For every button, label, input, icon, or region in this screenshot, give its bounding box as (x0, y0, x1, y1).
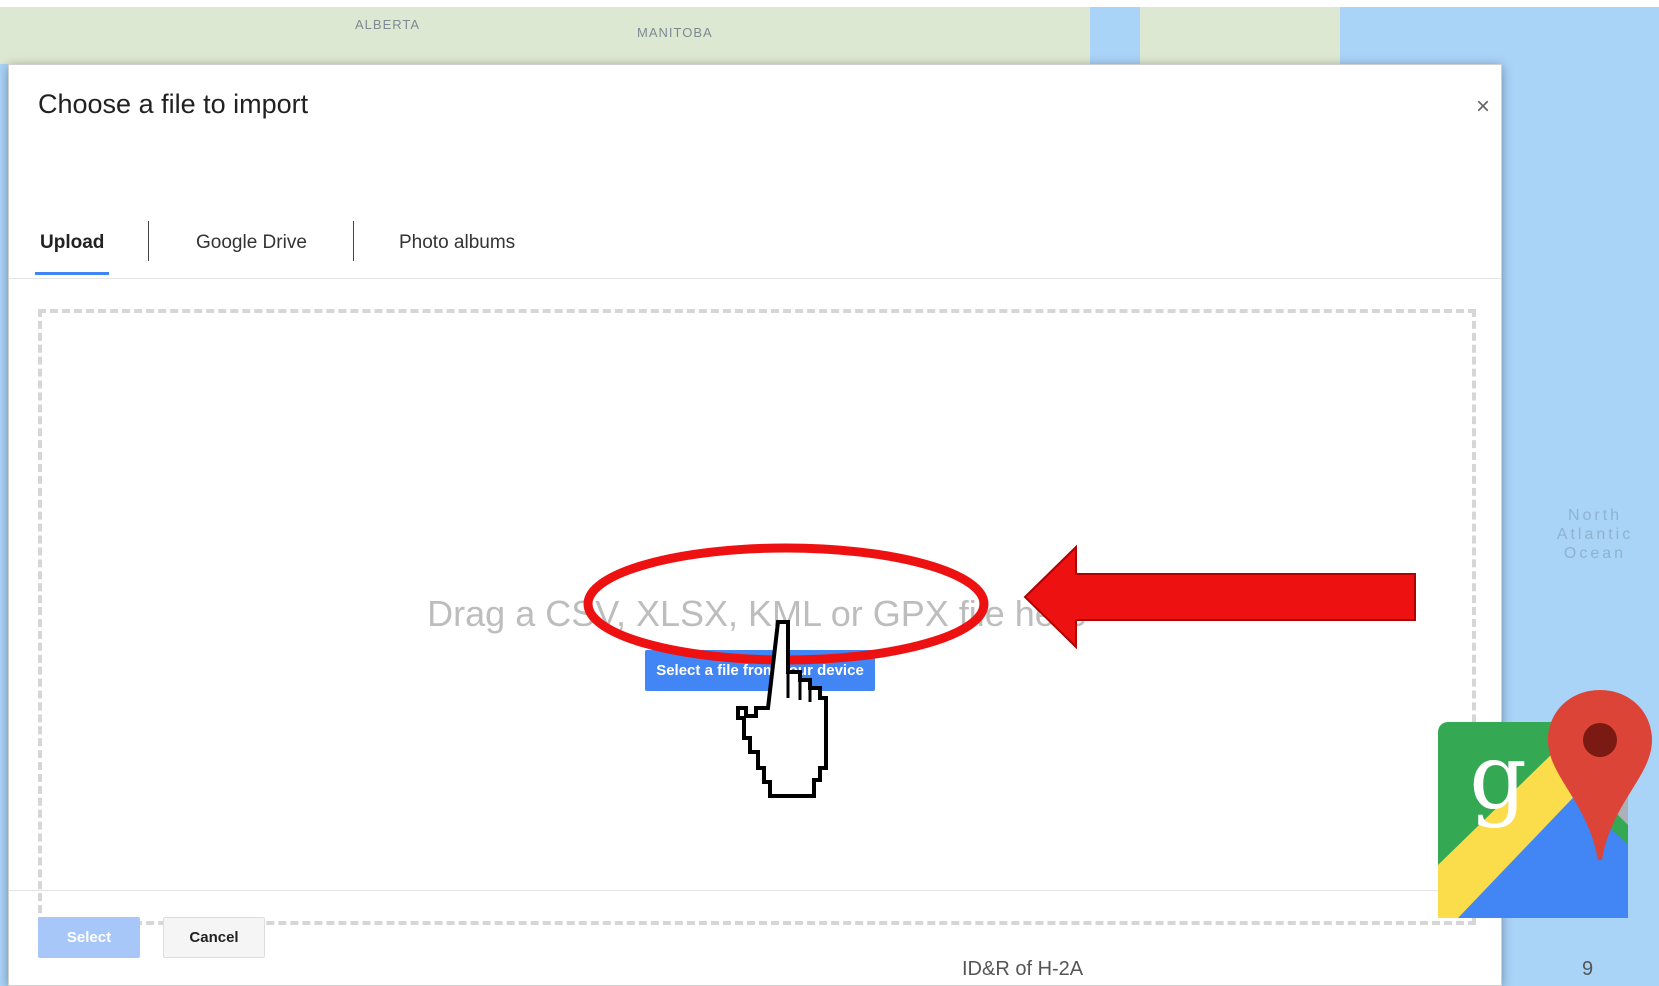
slide-top-strip (0, 0, 1659, 7)
map-label-alberta: ALBERTA (355, 17, 421, 32)
svg-text:g: g (1469, 725, 1527, 830)
google-maps-logo: g (1438, 690, 1652, 918)
footer-divider (9, 890, 1501, 891)
file-drop-zone[interactable]: Drag a CSV, XLSX, KML or GPX file here O… (38, 309, 1476, 925)
drop-instructions: Drag a CSV, XLSX, KML or GPX file here (427, 593, 1087, 634)
cancel-button[interactable]: Cancel (163, 917, 265, 958)
map-land (0, 0, 1090, 64)
tab-photo-albums[interactable]: Photo albums (399, 213, 515, 273)
dialog-title: Choose a file to import (38, 89, 309, 119)
tab-divider (148, 221, 149, 261)
slide-page-number: 9 (1582, 958, 1594, 980)
map-land (1140, 0, 1340, 64)
select-button[interactable]: Select (38, 917, 140, 958)
map-label-ocean: North Atlantic Ocean (1556, 507, 1634, 562)
tab-divider (353, 221, 354, 261)
slide-footer-text: ID&R of H-2A (962, 958, 1084, 980)
map-label-manitoba: MANITOBA (637, 25, 713, 40)
tab-google-drive[interactable]: Google Drive (196, 213, 307, 273)
active-tab-indicator (35, 272, 109, 275)
import-dialog: Choose a file to import × Upload Google … (8, 64, 1502, 986)
select-file-from-device-button[interactable]: Select a file from your device (645, 650, 875, 691)
tab-bar: Upload Google Drive Photo albums (9, 155, 1501, 279)
close-icon[interactable]: × (1471, 95, 1495, 119)
tab-upload[interactable]: Upload (40, 213, 104, 273)
